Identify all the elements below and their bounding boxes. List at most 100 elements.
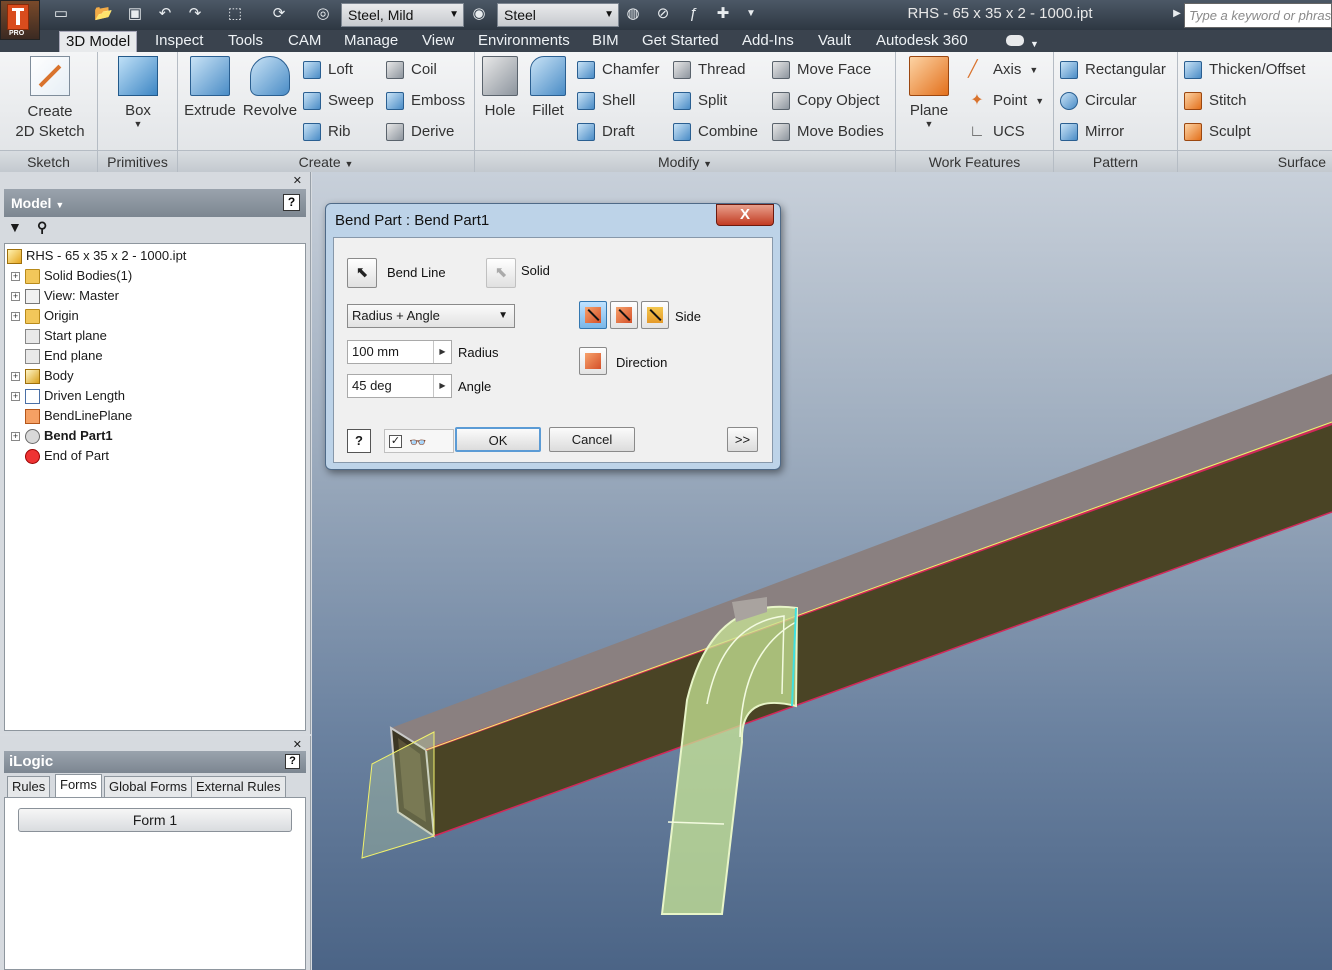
- draft-button[interactable]: Draft: [577, 121, 635, 143]
- help-search-input[interactable]: Type a keyword or phrase: [1184, 3, 1332, 28]
- solid-select-button[interactable]: ⬉: [486, 258, 516, 288]
- application-menu-button[interactable]: PRO: [0, 0, 40, 40]
- appearance-sphere-icon[interactable]: ◉: [470, 5, 488, 23]
- angle-input[interactable]: 45 deg ▶: [347, 374, 452, 398]
- chamfer-button[interactable]: Chamfer: [577, 59, 660, 81]
- open-folder-icon[interactable]: 📂: [94, 5, 113, 23]
- circular-pattern-button[interactable]: Circular: [1060, 90, 1137, 112]
- material-sphere-icon[interactable]: ◎: [314, 5, 332, 23]
- thicken-offset-button[interactable]: Thicken/Offset: [1184, 59, 1305, 81]
- axis-button[interactable]: ╱ Axis ▼: [968, 59, 1038, 81]
- tree-node[interactable]: RHS - 65 x 35 x 2 - 1000.ipt: [7, 246, 186, 266]
- tab-3d-model[interactable]: 3D Model: [59, 31, 138, 52]
- tab-forms[interactable]: Forms: [55, 774, 102, 797]
- fillet-button[interactable]: Fillet: [527, 56, 569, 119]
- help-icon[interactable]: ?: [283, 194, 300, 211]
- tab-bim[interactable]: BIM: [586, 31, 625, 52]
- tree-node[interactable]: + View: Master: [11, 286, 119, 306]
- thread-button[interactable]: Thread: [673, 59, 746, 81]
- expand-plus-icon[interactable]: +: [11, 431, 20, 441]
- revolve-button[interactable]: Revolve: [240, 56, 300, 119]
- tab-autodesk-360[interactable]: Autodesk 360: [870, 31, 974, 52]
- point-button[interactable]: ✦ Point ▼: [968, 90, 1044, 112]
- appearance-dropdown[interactable]: Steel ▼: [497, 3, 619, 27]
- adjust-appearance-icon[interactable]: ◍: [624, 5, 642, 23]
- tab-inspect[interactable]: Inspect: [149, 31, 209, 52]
- stitch-button[interactable]: Stitch: [1184, 90, 1247, 112]
- emboss-button[interactable]: Emboss: [386, 90, 465, 112]
- qat-customize-icon[interactable]: ▼: [742, 5, 760, 23]
- flyout-arrow-icon[interactable]: ▶: [433, 375, 451, 397]
- move-face-button[interactable]: Move Face: [772, 59, 871, 81]
- side-option-symmetric-button[interactable]: [641, 301, 669, 329]
- side-option-1-button[interactable]: [579, 301, 607, 329]
- sweep-button[interactable]: Sweep: [303, 90, 374, 112]
- tree-node[interactable]: + Solid Bodies(1): [11, 266, 132, 286]
- expand-plus-icon[interactable]: +: [11, 271, 20, 281]
- radius-input[interactable]: 100 mm ▶: [347, 340, 452, 364]
- tree-node[interactable]: + Body: [11, 366, 74, 386]
- split-button[interactable]: Split: [673, 90, 727, 112]
- tab-add-ins[interactable]: Add-Ins: [736, 31, 800, 52]
- tree-node[interactable]: End plane: [11, 346, 103, 366]
- tab-external-rules[interactable]: External Rules: [191, 776, 286, 798]
- panel-modify-label[interactable]: Modify ▼: [475, 150, 895, 172]
- tab-get-started[interactable]: Get Started: [636, 31, 725, 52]
- extrude-button[interactable]: Extrude: [182, 56, 238, 119]
- box-button[interactable]: Box ▼: [114, 56, 162, 129]
- move-bodies-button[interactable]: Move Bodies: [772, 121, 884, 143]
- shell-button[interactable]: Shell: [577, 90, 635, 112]
- close-icon[interactable]: ✕: [293, 738, 302, 751]
- tree-node[interactable]: BendLinePlane: [11, 406, 132, 426]
- rectangular-pattern-button[interactable]: Rectangular: [1060, 59, 1166, 81]
- tab-view[interactable]: View: [416, 31, 460, 52]
- bend-line-select-button[interactable]: ⬉: [347, 258, 377, 288]
- tab-manage[interactable]: Manage: [338, 31, 404, 52]
- bend-method-dropdown[interactable]: Radius + Angle ▼: [347, 304, 515, 328]
- browser-header[interactable]: Model ▼ ?: [4, 189, 306, 217]
- derive-button[interactable]: Derive: [386, 121, 454, 143]
- ucs-button[interactable]: ∟ UCS: [968, 121, 1025, 143]
- undo-icon[interactable]: ↶: [156, 5, 174, 23]
- tab-tools[interactable]: Tools: [222, 31, 269, 52]
- tab-environments[interactable]: Environments: [472, 31, 576, 52]
- side-option-2-button[interactable]: [610, 301, 638, 329]
- new-file-icon[interactable]: ▭: [52, 5, 70, 23]
- update-icon[interactable]: ⟳: [270, 5, 288, 23]
- tree-node[interactable]: Start plane: [11, 326, 107, 346]
- ok-button[interactable]: OK: [455, 427, 541, 452]
- copy-object-button[interactable]: Copy Object: [772, 90, 880, 112]
- parameters-fx-icon[interactable]: ƒ: [684, 5, 702, 23]
- tab-cam[interactable]: CAM: [282, 31, 327, 52]
- hole-button[interactable]: Hole: [480, 56, 520, 119]
- help-icon[interactable]: ?: [285, 754, 300, 769]
- rib-button[interactable]: Rib: [303, 121, 351, 143]
- dialog-close-button[interactable]: X: [716, 204, 774, 226]
- direction-flip-button[interactable]: [579, 347, 607, 375]
- create-2d-sketch-button[interactable]: Create 2D Sketch: [8, 56, 92, 142]
- form-1-button[interactable]: Form 1: [18, 808, 292, 832]
- more-options-button[interactable]: >>: [727, 427, 758, 452]
- close-icon[interactable]: ✕: [293, 174, 302, 187]
- select-filter-icon[interactable]: ⬚: [226, 5, 244, 23]
- find-binoculars-icon[interactable]: ⚲: [37, 219, 47, 236]
- coil-button[interactable]: Coil: [386, 59, 437, 81]
- redo-icon[interactable]: ↷: [186, 5, 204, 23]
- tree-node[interactable]: End of Part: [11, 446, 109, 466]
- tree-node[interactable]: + Origin: [11, 306, 79, 326]
- preview-toggle[interactable]: ✓ 👓: [384, 429, 454, 453]
- panel-create-label[interactable]: Create ▼: [178, 150, 474, 172]
- combine-button[interactable]: Combine: [673, 121, 758, 143]
- cloud-icon[interactable]: [1006, 35, 1024, 46]
- save-icon[interactable]: ▣: [126, 5, 144, 23]
- help-button[interactable]: ?: [347, 429, 371, 453]
- mirror-button[interactable]: Mirror: [1060, 121, 1124, 143]
- filter-icon[interactable]: ▼: [8, 219, 22, 235]
- cancel-button[interactable]: Cancel: [549, 427, 635, 452]
- flyout-arrow-icon[interactable]: ▶: [433, 341, 451, 363]
- tree-node[interactable]: + Driven Length: [11, 386, 125, 406]
- measure-icon[interactable]: ✚: [714, 5, 732, 23]
- plane-button[interactable]: Plane ▼: [906, 56, 952, 129]
- tree-node[interactable]: + Bend Part1: [11, 426, 113, 446]
- expand-plus-icon[interactable]: +: [11, 371, 20, 381]
